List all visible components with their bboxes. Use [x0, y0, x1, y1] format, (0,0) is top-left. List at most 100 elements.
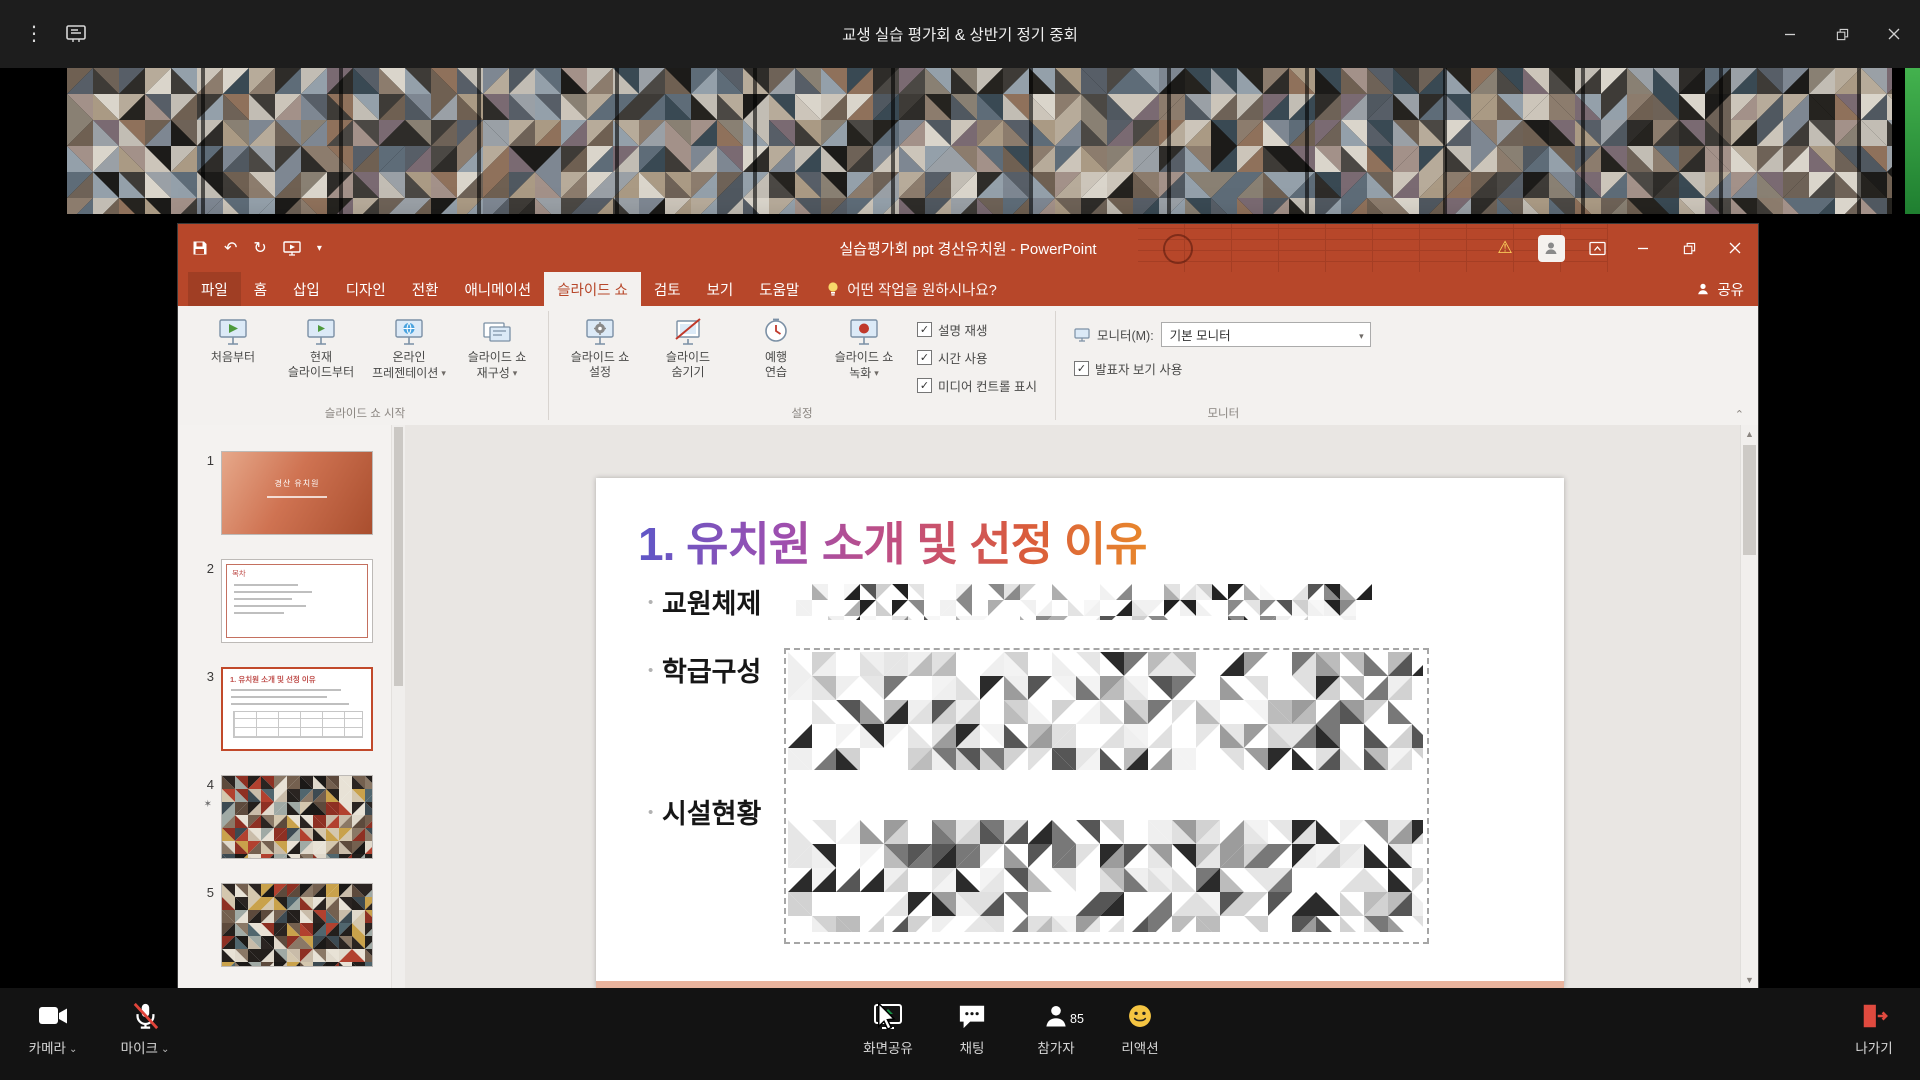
slide-bullet-2[interactable]: 학급구성 [662, 650, 761, 689]
whiteboard-icon[interactable] [66, 25, 86, 43]
share-screen-button[interactable]: 화면공유 [846, 1000, 930, 1057]
scrollbar-thumb[interactable] [1743, 445, 1756, 555]
scroll-down-icon[interactable]: ▼ [1741, 971, 1758, 988]
slide-number: 3 [178, 667, 221, 751]
from-beginning-button[interactable]: 처음부터 [190, 312, 276, 365]
thumbnail-textline [234, 605, 306, 607]
censored-table-selection[interactable] [784, 648, 1429, 944]
slide-scrollbar[interactable]: ▲ ▼ [1740, 425, 1758, 988]
checkbox-checked-icon [1074, 361, 1089, 376]
monitor-dropdown[interactable]: 기본 모니터 [1161, 322, 1371, 347]
tab-help[interactable]: 도움말 [746, 272, 812, 306]
checkbox-checked-icon [917, 378, 932, 393]
record-slideshow-icon [848, 314, 880, 350]
mic-button-muted[interactable]: 마이크 [106, 1000, 184, 1057]
bullet-marker: • [648, 594, 653, 611]
checkbox-use-timings[interactable]: 시간 사용 [917, 348, 1037, 367]
meeting-title: 교생 실습 평가회 & 상반기 정기 중회 [0, 23, 1920, 45]
ppt-minimize-button[interactable] [1620, 224, 1666, 272]
slide-canvas[interactable]: 1. 유치원 소개 및 선정 이유 • 교원체제 • 학급구성 • 시설현황 ▲ [405, 425, 1758, 988]
rehearse-timings-button[interactable]: 예행 연습 [733, 312, 819, 380]
from-current-slide-button[interactable]: 현재 슬라이드부터 [278, 312, 364, 380]
slide-thumbnail-1[interactable]: 경산 유치원 [221, 451, 373, 535]
document-area: 1 경산 유치원 2 목차 [178, 425, 1758, 988]
slide-number: 4✶ [178, 775, 221, 859]
customize-qat-icon[interactable]: ▾ [317, 243, 322, 254]
restore-button[interactable] [1816, 0, 1868, 68]
slide-thumbnail-5[interactable] [221, 883, 373, 967]
slide-title[interactable]: 1. 유치원 소개 및 선정 이유 [638, 508, 1146, 574]
participant-video-strip[interactable] [0, 68, 1920, 214]
record-slideshow-button[interactable]: 슬라이드 쇼 녹화 [821, 312, 907, 381]
warning-icon[interactable]: ⚠ [1482, 224, 1528, 272]
slide-thumbnail-3[interactable]: 1. 유치원 소개 및 선정 이유 [221, 667, 373, 751]
tab-review[interactable]: 검토 [641, 272, 694, 306]
tab-transitions[interactable]: 전환 [399, 272, 452, 306]
censored-content [788, 820, 1423, 932]
tab-file[interactable]: 파일 [188, 272, 241, 306]
hide-slide-button[interactable]: 슬라이드 숨기기 [645, 312, 731, 380]
hide-slide-icon [672, 314, 704, 350]
thumbnail-pixelated [222, 884, 372, 966]
quick-access-toolbar: ↶ ↻ ▾ [178, 238, 322, 258]
leave-button[interactable]: 나가기 [1838, 1000, 1910, 1057]
reactions-button[interactable]: 리액션 [1098, 1000, 1182, 1057]
person-icon [1696, 282, 1710, 296]
menu-dots-icon[interactable]: ⋮ [24, 24, 44, 44]
close-button[interactable] [1868, 0, 1920, 68]
scroll-up-icon[interactable]: ▲ [1741, 425, 1758, 442]
share-screen-icon [872, 1000, 904, 1032]
video-tile-separators [67, 68, 1892, 214]
share-button[interactable]: 공유 [1696, 272, 1744, 306]
tab-insert[interactable]: 삽입 [280, 272, 333, 306]
slide-bullet-3[interactable]: 시설현황 [662, 792, 761, 831]
tab-home[interactable]: 홈 [241, 272, 280, 306]
setup-slideshow-button[interactable]: 슬라이드 쇼 설정 [557, 312, 643, 380]
ppt-close-button[interactable] [1712, 224, 1758, 272]
present-online-button[interactable]: 온라인 프레젠테이션 [366, 312, 452, 381]
slide-footer-band [596, 981, 1564, 988]
thumbnail-textline [234, 584, 298, 586]
account-avatar[interactable] [1528, 224, 1574, 272]
ppt-restore-button[interactable] [1666, 224, 1712, 272]
slide-row-1: 1 경산 유치원 [178, 451, 405, 535]
slide-row-5: 5 [178, 883, 405, 967]
slide-thumbnail-2[interactable]: 목차 [221, 559, 373, 643]
custom-slideshow-button[interactable]: 슬라이드 쇼 재구성 [454, 312, 540, 381]
save-icon[interactable] [192, 240, 208, 256]
scrollbar-thumb[interactable] [394, 427, 403, 686]
tab-animations[interactable]: 애니메이션 [451, 272, 544, 306]
redo-icon[interactable]: ↻ [253, 238, 266, 258]
dropdown-arrow-icon [513, 365, 518, 381]
camera-button[interactable]: 카메라 [14, 1000, 92, 1057]
collapse-ribbon-icon[interactable] [1735, 408, 1744, 421]
tab-design[interactable]: 디자인 [333, 272, 399, 306]
participant-count-badge: 85 [1070, 1012, 1084, 1026]
slide-number: 2 [178, 559, 221, 643]
group-label-monitors: 모니터 [1058, 405, 1389, 425]
thumbnail-textline [234, 598, 292, 600]
thumbnail-panel-scrollbar[interactable] [391, 425, 405, 988]
slide-row-4: 4✶ [178, 775, 405, 859]
tell-me-search[interactable]: 어떤 작업을 원하시나요? [812, 272, 1011, 306]
tab-slideshow[interactable]: 슬라이드 쇼 [544, 272, 641, 306]
tab-view[interactable]: 보기 [694, 272, 747, 306]
checkbox-presenter-view[interactable]: 발표자 보기 사용 [1074, 359, 1371, 378]
from-current-slide-icon [305, 314, 337, 350]
ribbon-display-options-icon[interactable] [1574, 224, 1620, 272]
chevron-down-icon[interactable] [69, 1040, 77, 1055]
minimize-button[interactable] [1764, 0, 1816, 68]
powerpoint-window: ↶ ↻ ▾ 실습평가회 ppt 경산유치원 - PowerPoint ⚠ 파일 … [178, 224, 1758, 988]
slide-bullet-1[interactable]: 교원체제 [662, 582, 761, 621]
chat-button[interactable]: 채팅 [930, 1000, 1014, 1057]
participants-button[interactable]: 85 참가자 [1014, 1000, 1098, 1057]
checkbox-play-narrations[interactable]: 설명 재생 [917, 320, 1037, 339]
checkbox-show-media-controls[interactable]: 미디어 컨트롤 표시 [917, 376, 1037, 395]
slide-editing-area[interactable]: 1. 유치원 소개 및 선정 이유 • 교원체제 • 학급구성 • 시설현황 [596, 478, 1564, 988]
slide-thumbnail-4[interactable] [221, 775, 373, 859]
undo-icon[interactable]: ↶ [224, 238, 237, 258]
chevron-down-icon[interactable] [161, 1040, 169, 1055]
powerpoint-titlebar: ↶ ↻ ▾ 실습평가회 ppt 경산유치원 - PowerPoint ⚠ [178, 224, 1758, 272]
start-slideshow-icon[interactable] [283, 241, 301, 256]
camera-icon [37, 1000, 69, 1032]
